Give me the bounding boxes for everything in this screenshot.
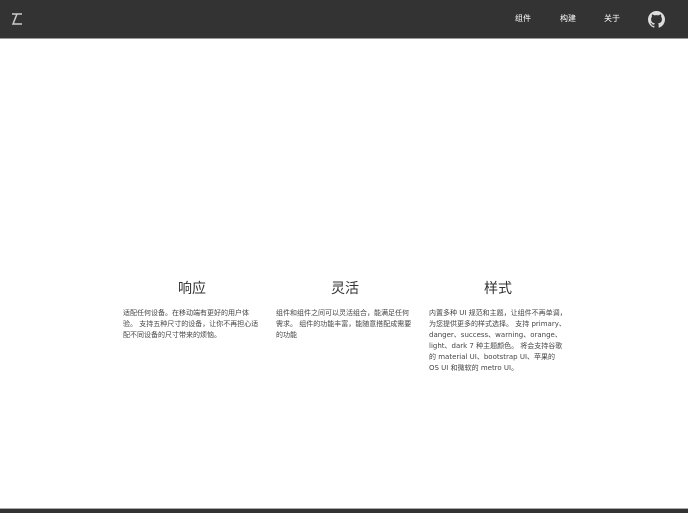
feature-styles: 样式 内置多种 UI 规范和主题，让组件不再单调，为您提供更多的样式选择。 支持…: [429, 280, 567, 374]
feature-text: 适配任何设备。在移动端有更好的用户体验。 支持五种尺寸的设备，让你不再担心适配不…: [123, 309, 259, 339]
feature-flexible: 灵活 组件和组件之间可以灵活组合，能满足任何需求。 组件的功能丰富，能随意搭配成…: [276, 280, 414, 341]
feature-text: 内置多种 UI 规范和主题，让组件不再单调，为您提供更多的样式选择。 支持 pr…: [429, 309, 567, 372]
github-icon[interactable]: [648, 11, 665, 28]
nav-about[interactable]: 关于: [604, 0, 620, 38]
footer: [0, 508, 688, 513]
feature-title: 响应: [178, 281, 206, 297]
logo-icon[interactable]: [9, 11, 25, 27]
feature-responsive: 响应 适配任何设备。在移动端有更好的用户体验。 支持五种尺寸的设备，让你不再担心…: [123, 280, 261, 341]
nav-build[interactable]: 构建: [560, 0, 576, 38]
feature-title: 样式: [484, 281, 512, 297]
feature-text: 组件和组件之间可以灵活组合，能满足任何需求。 组件的功能丰富，能随意搭配成需要的…: [276, 309, 412, 339]
nav-components[interactable]: 组件: [515, 0, 531, 38]
feature-title: 灵活: [331, 281, 359, 297]
top-navbar: 组件 构建 关于: [0, 0, 688, 39]
